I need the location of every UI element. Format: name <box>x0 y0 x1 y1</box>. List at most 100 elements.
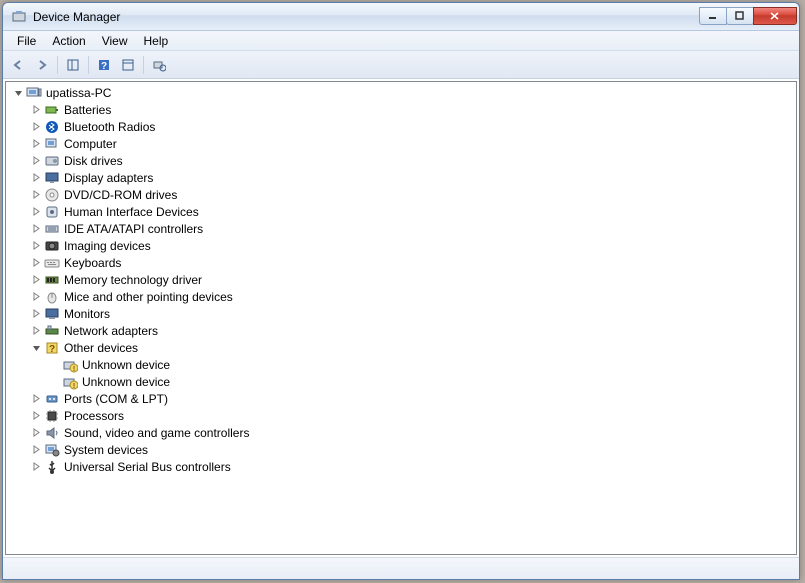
expand-icon[interactable] <box>28 170 44 186</box>
help-button[interactable]: ? <box>93 54 115 76</box>
svg-text:!: ! <box>73 366 75 373</box>
expand-icon[interactable] <box>28 153 44 169</box>
computer_root-icon <box>26 85 42 101</box>
show-hide-button[interactable] <box>62 54 84 76</box>
mouse-icon <box>44 289 60 305</box>
tree-item-label: upatissa-PC <box>46 86 111 100</box>
usb-icon <box>44 459 60 475</box>
tree-item-hid[interactable]: Human Interface Devices <box>6 203 796 220</box>
tree-item-root[interactable]: upatissa-PC <box>6 84 796 101</box>
back-button[interactable] <box>7 54 29 76</box>
properties-button[interactable] <box>117 54 139 76</box>
expand-icon[interactable] <box>28 204 44 220</box>
scan-hardware-button[interactable] <box>148 54 170 76</box>
expand-icon[interactable] <box>28 238 44 254</box>
ide-icon <box>44 221 60 237</box>
forward-button[interactable] <box>31 54 53 76</box>
tree-item-processor[interactable]: Processors <box>6 407 796 424</box>
expand-icon[interactable] <box>28 408 44 424</box>
imaging-icon <box>44 238 60 254</box>
tree-item-monitor[interactable]: Monitors <box>6 305 796 322</box>
hid-icon <box>44 204 60 220</box>
titlebar[interactable]: Device Manager <box>3 3 799 31</box>
network-icon <box>44 323 60 339</box>
expand-icon[interactable] <box>28 391 44 407</box>
tree-item-network[interactable]: Network adapters <box>6 322 796 339</box>
processor-icon <box>44 408 60 424</box>
unknown-icon: ! <box>62 374 78 390</box>
minimize-button[interactable] <box>699 7 727 25</box>
tree-item-dvd[interactable]: DVD/CD-ROM drives <box>6 186 796 203</box>
expand-icon[interactable] <box>28 323 44 339</box>
tree-item-other[interactable]: ? Other devices <box>6 339 796 356</box>
menu-view[interactable]: View <box>94 32 136 50</box>
expand-icon[interactable] <box>28 187 44 203</box>
expand-icon[interactable] <box>28 272 44 288</box>
tree-item-label: Other devices <box>64 341 138 355</box>
tree-item-ide[interactable]: IDE ATA/ATAPI controllers <box>6 220 796 237</box>
tree-item-ports[interactable]: Ports (COM & LPT) <box>6 390 796 407</box>
expand-icon[interactable] <box>28 306 44 322</box>
menu-file[interactable]: File <box>9 32 44 50</box>
tree-item-computer[interactable]: Computer <box>6 135 796 152</box>
menu-action[interactable]: Action <box>44 32 93 50</box>
close-button[interactable] <box>753 7 797 25</box>
tree-item-usb[interactable]: Universal Serial Bus controllers <box>6 458 796 475</box>
tree-item-system[interactable]: System devices <box>6 441 796 458</box>
tree-item-label: DVD/CD-ROM drives <box>64 188 177 202</box>
tree-item-label: Display adapters <box>64 171 153 185</box>
expand-icon[interactable] <box>28 136 44 152</box>
maximize-button[interactable] <box>726 7 754 25</box>
collapse-icon[interactable] <box>28 340 44 356</box>
tree-item-bluetooth[interactable]: Bluetooth Radios <box>6 118 796 135</box>
device-manager-window: Device Manager File Action View Help ? u… <box>2 2 800 580</box>
svg-text:?: ? <box>49 344 55 355</box>
tree-item-label: System devices <box>64 443 148 457</box>
statusbar <box>3 557 799 579</box>
menu-help[interactable]: Help <box>136 32 177 50</box>
tree-item-label: Imaging devices <box>64 239 151 253</box>
separator <box>57 56 58 74</box>
tree-item-mouse[interactable]: Mice and other pointing devices <box>6 288 796 305</box>
expand-icon[interactable] <box>28 221 44 237</box>
tree-item-imaging[interactable]: Imaging devices <box>6 237 796 254</box>
tree-item-keyboard[interactable]: Keyboards <box>6 254 796 271</box>
tree-item-unknown-0[interactable]: ! Unknown device <box>6 356 796 373</box>
expand-icon[interactable] <box>28 289 44 305</box>
menubar: File Action View Help <box>3 31 799 51</box>
expand-icon[interactable] <box>28 102 44 118</box>
expand-icon <box>46 374 62 390</box>
expand-icon[interactable] <box>28 442 44 458</box>
expand-icon[interactable] <box>28 459 44 475</box>
keyboard-icon <box>44 255 60 271</box>
tree-item-label: Sound, video and game controllers <box>64 426 249 440</box>
tree-item-label: Processors <box>64 409 124 423</box>
tree-item-label: Monitors <box>64 307 110 321</box>
tree-item-label: Batteries <box>64 103 111 117</box>
tree-item-display[interactable]: Display adapters <box>6 169 796 186</box>
tree-item-label: Unknown device <box>82 358 170 372</box>
unknown-icon: ! <box>62 357 78 373</box>
memory-icon <box>44 272 60 288</box>
toolbar: ? <box>3 51 799 79</box>
tree-item-battery[interactable]: Batteries <box>6 101 796 118</box>
expand-icon[interactable] <box>28 255 44 271</box>
separator <box>143 56 144 74</box>
tree-item-label: Bluetooth Radios <box>64 120 155 134</box>
app-icon <box>11 9 27 25</box>
tree-item-label: Ports (COM & LPT) <box>64 392 168 406</box>
tree-item-memory[interactable]: Memory technology driver <box>6 271 796 288</box>
tree-item-label: Network adapters <box>64 324 158 338</box>
expand-icon[interactable] <box>28 119 44 135</box>
monitor-icon <box>44 306 60 322</box>
tree-item-label: Computer <box>64 137 117 151</box>
system-icon <box>44 442 60 458</box>
dvd-icon <box>44 187 60 203</box>
ports-icon <box>44 391 60 407</box>
tree-item-sound[interactable]: Sound, video and game controllers <box>6 424 796 441</box>
expand-icon[interactable] <box>28 425 44 441</box>
tree-item-unknown-1[interactable]: !Unknown device <box>6 373 796 390</box>
collapse-icon[interactable] <box>10 85 26 101</box>
device-tree[interactable]: upatissa-PC Batteries Bluetooth Radios Comp… <box>5 81 797 555</box>
tree-item-disk[interactable]: Disk drives <box>6 152 796 169</box>
